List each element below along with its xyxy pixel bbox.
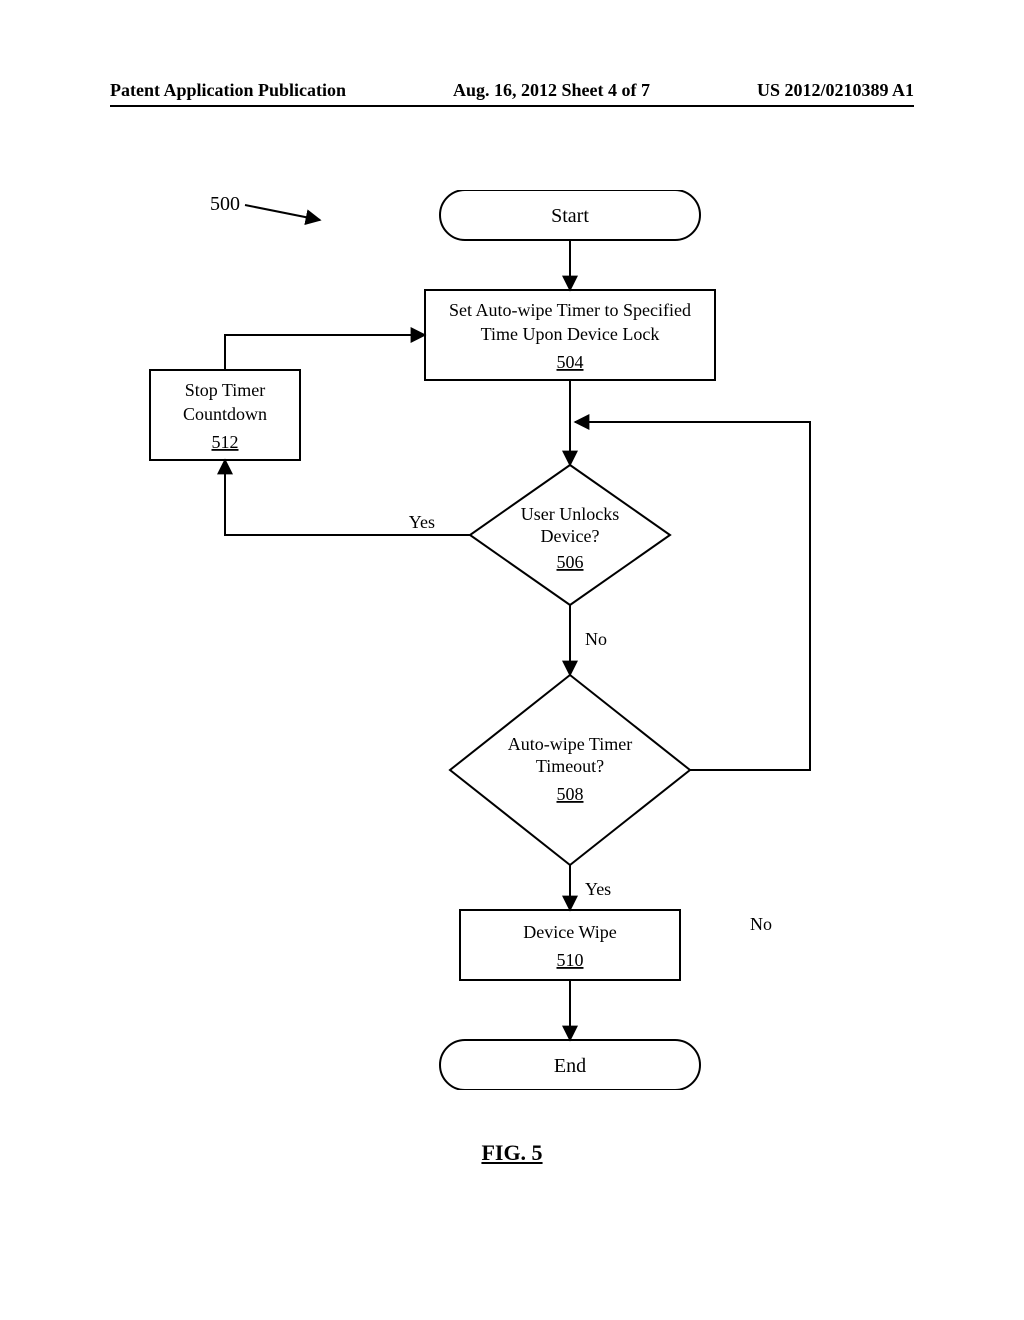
flowchart-figure: 500 Start Set Auto-wipe Timer to Specifi… bbox=[110, 190, 910, 1090]
edge-timeout-no bbox=[575, 422, 810, 770]
figure-label: FIG. 5 bbox=[0, 1140, 1024, 1166]
svg-text:506: 506 bbox=[557, 552, 584, 572]
label-no-timeout: No bbox=[750, 914, 772, 934]
svg-text:Stop Timer: Stop Timer bbox=[185, 380, 266, 400]
svg-text:Auto-wipe Timer: Auto-wipe Timer bbox=[508, 734, 633, 754]
figure-ref-arrow bbox=[245, 205, 320, 220]
svg-text:Countdown: Countdown bbox=[183, 404, 267, 424]
header-right: US 2012/0210389 A1 bbox=[757, 80, 914, 101]
svg-text:Start: Start bbox=[551, 205, 589, 227]
svg-text:Timeout?: Timeout? bbox=[536, 756, 604, 776]
set-timer-node: Set Auto-wipe Timer to Specified Time Up… bbox=[425, 290, 715, 380]
end-node: End bbox=[440, 1040, 700, 1090]
label-no-unlocks: No bbox=[585, 629, 607, 649]
header-center: Aug. 16, 2012 Sheet 4 of 7 bbox=[453, 80, 650, 101]
svg-text:Set Auto-wipe Timer to Specifi: Set Auto-wipe Timer to Specified bbox=[449, 300, 691, 320]
svg-text:Device?: Device? bbox=[541, 526, 600, 546]
svg-text:End: End bbox=[554, 1055, 586, 1077]
svg-text:508: 508 bbox=[557, 784, 584, 804]
svg-text:Device Wipe: Device Wipe bbox=[523, 922, 616, 942]
label-yes-timeout: Yes bbox=[585, 879, 611, 899]
start-node: Start bbox=[440, 190, 700, 240]
figure-ref-number: 500 bbox=[210, 193, 240, 215]
unlocks-decision: User Unlocks Device? 506 bbox=[470, 465, 670, 605]
flowchart-svg: 500 Start Set Auto-wipe Timer to Specifi… bbox=[110, 190, 910, 1090]
svg-text:User Unlocks: User Unlocks bbox=[521, 504, 619, 524]
svg-text:Time Upon Device Lock: Time Upon Device Lock bbox=[481, 324, 660, 344]
header-left: Patent Application Publication bbox=[110, 80, 346, 101]
svg-text:512: 512 bbox=[212, 432, 239, 452]
svg-text:510: 510 bbox=[557, 950, 584, 970]
edge-stoptimer-settimer bbox=[225, 335, 425, 370]
label-yes-unlocks: Yes bbox=[409, 512, 435, 532]
svg-text:504: 504 bbox=[557, 352, 584, 372]
timeout-decision: Auto-wipe Timer Timeout? 508 bbox=[450, 675, 690, 865]
page-header: Patent Application Publication Aug. 16, … bbox=[110, 80, 914, 107]
wipe-node: Device Wipe 510 bbox=[460, 910, 680, 980]
stop-timer-node: Stop Timer Countdown 512 bbox=[150, 370, 300, 460]
